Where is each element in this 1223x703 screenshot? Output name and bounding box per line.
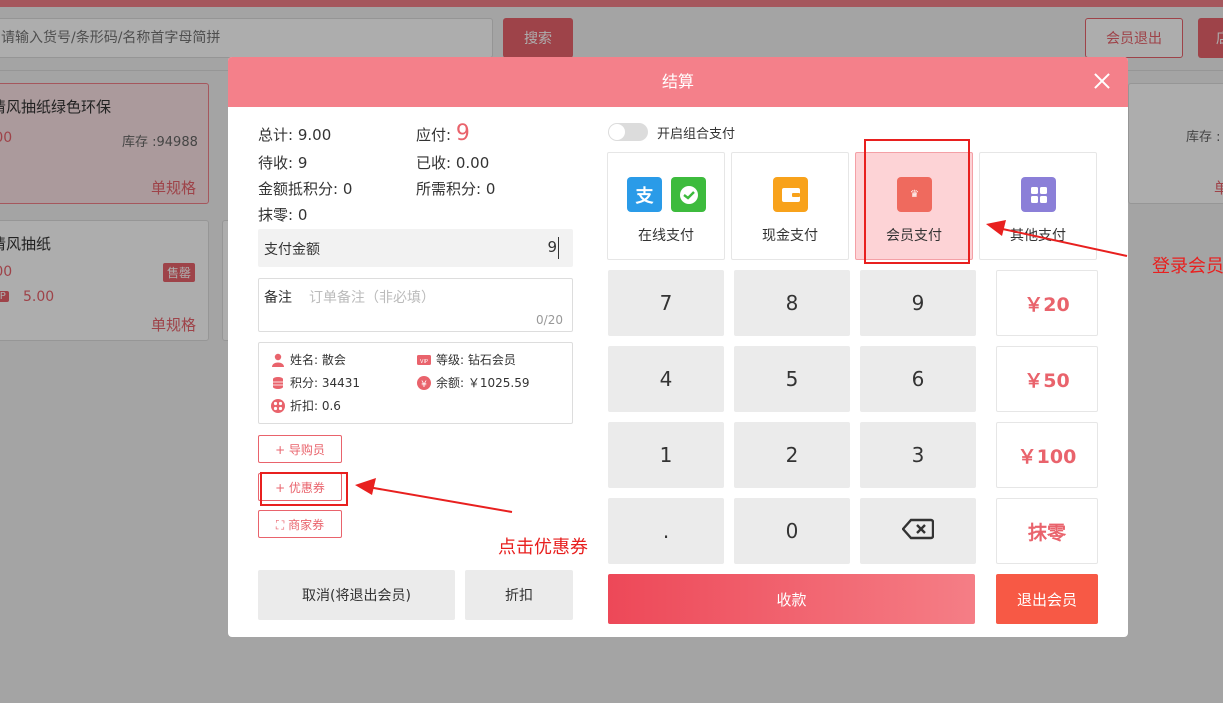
annotation-login-member: 登录会员 [1152, 256, 1223, 277]
annotation-click-coupon: 点击优惠券 [498, 537, 588, 558]
annotation-arrows [355, 220, 1128, 513]
